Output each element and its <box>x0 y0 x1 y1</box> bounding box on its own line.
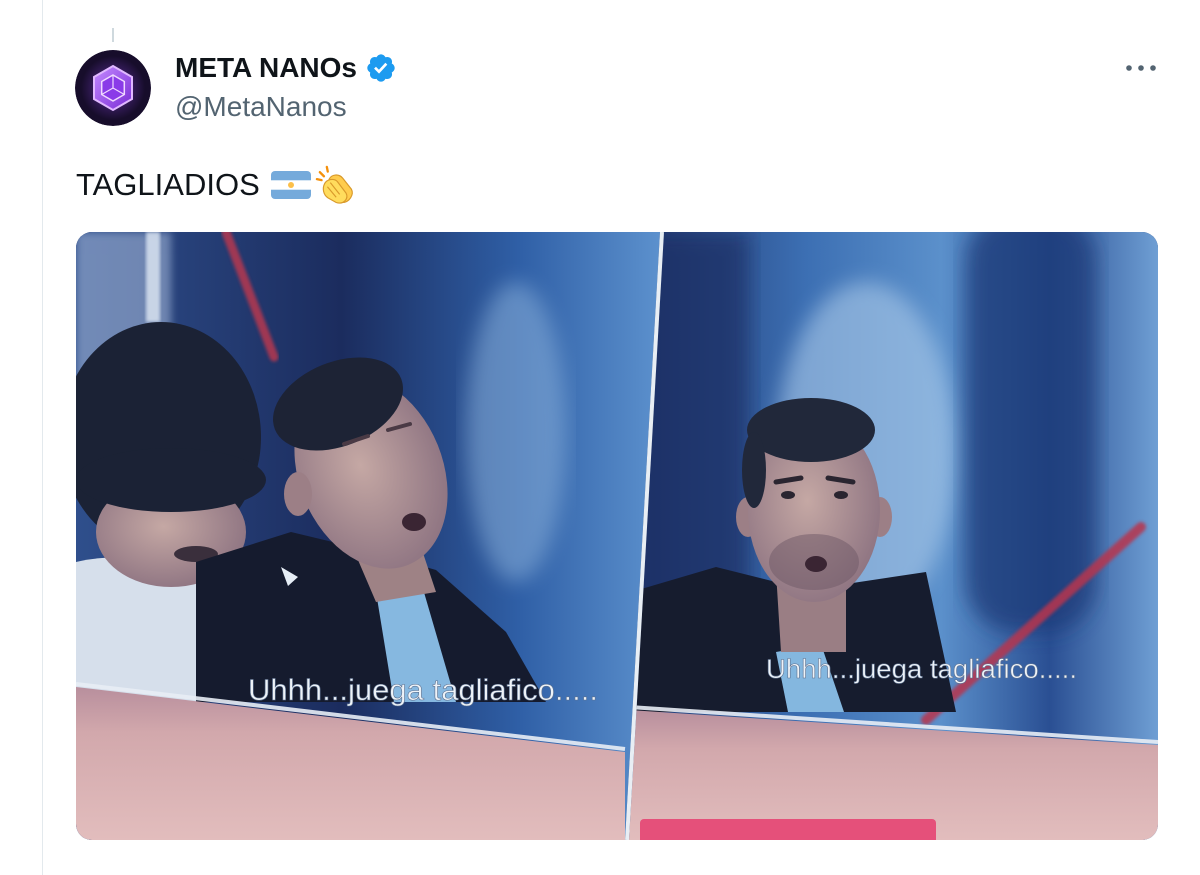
background-figure-dark <box>966 232 1096 632</box>
eye-left <box>781 491 795 499</box>
purple-hexagon-logo-icon <box>75 50 151 126</box>
pink-banner <box>640 819 936 840</box>
flag-argentina-icon <box>270 171 311 199</box>
subtitle-caption-left: Uhhh...juega tagliafico..... <box>248 674 598 707</box>
background-figure <box>466 282 566 582</box>
more-options-button[interactable] <box>1116 50 1166 86</box>
tweet-text: TAGLIADIOS <box>76 167 260 202</box>
video-frame-left: Uhhh...juega tagliafico..... <box>76 232 660 840</box>
thread-connector-line <box>112 28 114 42</box>
open-mouth <box>805 556 827 572</box>
hair-side <box>742 432 766 508</box>
clapping-hands-icon <box>315 165 353 204</box>
open-mouth <box>402 513 426 531</box>
hair-fringe <box>76 448 266 512</box>
video-frame-right: Uhhh...juega tagliafico..... <box>629 232 1158 840</box>
author-display-name[interactable]: META NANOs <box>175 50 357 86</box>
tweet-body: TAGLIADIOS <box>76 165 356 205</box>
hair <box>747 398 875 462</box>
author-name-row: META NANOs <box>175 50 397 86</box>
video-still-composite: Uhhh...juega tagliafico..... Uhhh...jueg… <box>76 232 1158 840</box>
more-options-icon <box>1126 65 1156 71</box>
timeline-border <box>42 0 43 875</box>
eye-right <box>834 491 848 499</box>
pillar-edge <box>146 232 160 322</box>
verified-badge-icon <box>367 54 395 82</box>
author-handle[interactable]: @MetaNanos <box>175 90 347 124</box>
tweet-media-image[interactable]: Uhhh...juega tagliafico..... Uhhh...jueg… <box>76 232 1158 840</box>
subtitle-caption-right: Uhhh...juega tagliafico..... <box>766 654 1077 684</box>
ear <box>284 472 312 516</box>
author-avatar[interactable] <box>75 50 151 126</box>
